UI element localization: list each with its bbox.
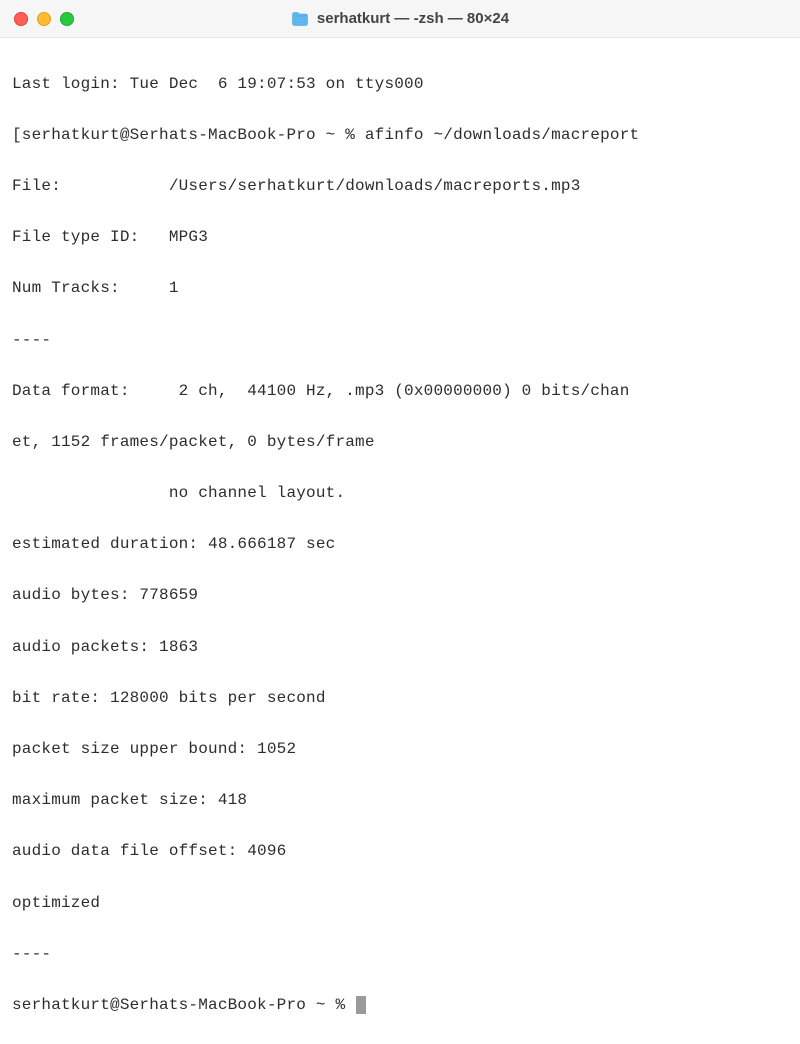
window-titlebar: serhatkurt — -zsh — 80×24 [0, 0, 800, 38]
terminal-line: serhatkurt@Serhats-MacBook-Pro ~ % [12, 993, 790, 1019]
terminal-line: audio bytes: 778659 [12, 583, 790, 609]
terminal-content[interactable]: Last login: Tue Dec 6 19:07:53 on ttys00… [0, 38, 800, 1044]
window-title: serhatkurt — -zsh — 80×24 [317, 10, 509, 27]
terminal-line: ---- [12, 328, 790, 354]
terminal-line: Last login: Tue Dec 6 19:07:53 on ttys00… [12, 72, 790, 98]
traffic-lights [0, 12, 74, 26]
terminal-line: no channel layout. [12, 481, 790, 507]
cursor [356, 996, 366, 1014]
terminal-line: optimized [12, 891, 790, 917]
terminal-line: bit rate: 128000 bits per second [12, 686, 790, 712]
terminal-line: File type ID: MPG3 [12, 225, 790, 251]
terminal-line: maximum packet size: 418 [12, 788, 790, 814]
terminal-line: et, 1152 frames/packet, 0 bytes/frame [12, 430, 790, 456]
minimize-button[interactable] [37, 12, 51, 26]
prompt: [serhatkurt@Serhats-MacBook-Pro ~ % [12, 126, 365, 144]
terminal-line: packet size upper bound: 1052 [12, 737, 790, 763]
folder-icon [291, 12, 309, 26]
terminal-line: audio data file offset: 4096 [12, 839, 790, 865]
terminal-line: Data format: 2 ch, 44100 Hz, .mp3 (0x000… [12, 379, 790, 405]
zoom-button[interactable] [60, 12, 74, 26]
command-text: afinfo ~/downloads/macreport [365, 126, 639, 144]
terminal-line: audio packets: 1863 [12, 635, 790, 661]
terminal-line: [serhatkurt@Serhats-MacBook-Pro ~ % afin… [12, 123, 790, 149]
close-button[interactable] [14, 12, 28, 26]
terminal-line: Num Tracks: 1 [12, 276, 790, 302]
terminal-line: File: /Users/serhatkurt/downloads/macrep… [12, 174, 790, 200]
terminal-line: estimated duration: 48.666187 sec [12, 532, 790, 558]
terminal-line: ---- [12, 942, 790, 968]
prompt: serhatkurt@Serhats-MacBook-Pro ~ % [12, 996, 355, 1014]
